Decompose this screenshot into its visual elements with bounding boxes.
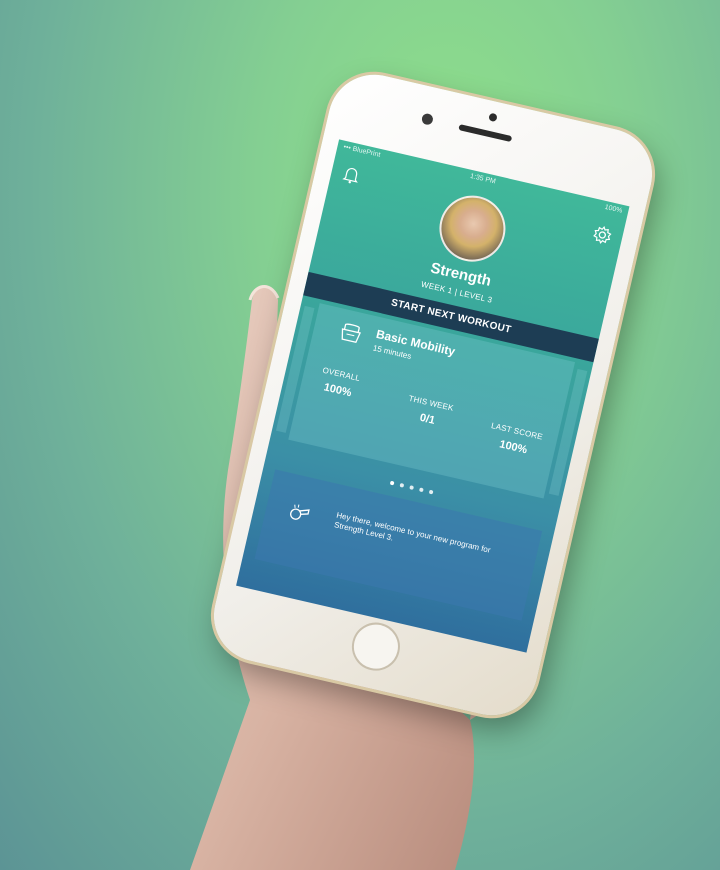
app-screen: ••• BluePrint 1:35 PM 100% Strength WEEK… <box>236 139 630 653</box>
battery-label: 100% <box>603 203 623 215</box>
phone-device: ••• BluePrint 1:35 PM 100% Strength WEEK… <box>204 65 662 725</box>
stat-this-week: THIS WEEK 0/1 <box>392 391 466 433</box>
proximity-sensor <box>420 112 435 126</box>
stat-overall: OVERALL 100% <box>302 362 376 404</box>
page-dot[interactable] <box>418 487 424 493</box>
home-button[interactable] <box>347 617 405 676</box>
front-camera <box>488 112 498 123</box>
stat-last-score: LAST SCORE 100% <box>478 419 552 461</box>
page-dot[interactable] <box>399 482 405 488</box>
avatar[interactable] <box>432 189 513 269</box>
earpiece-speaker <box>458 124 513 143</box>
coach-message-card[interactable]: Hey there, welcome to your new program f… <box>254 469 543 621</box>
kettlebell-icon <box>341 323 361 344</box>
whistle-icon <box>290 504 310 520</box>
gear-icon[interactable] <box>590 223 614 247</box>
page-dot[interactable] <box>389 480 395 486</box>
page-dot[interactable] <box>428 489 434 495</box>
page-dot[interactable] <box>409 485 415 490</box>
bell-icon[interactable] <box>339 163 363 187</box>
coach-message-text: Hey there, welcome to your new program f… <box>333 510 492 555</box>
